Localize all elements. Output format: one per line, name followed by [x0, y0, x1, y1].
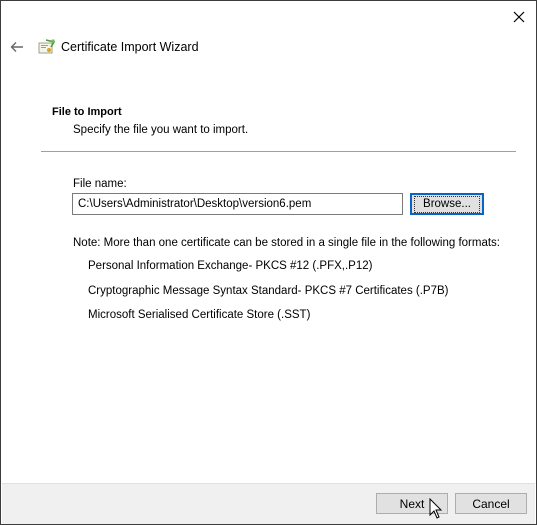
format-item-pfx: Personal Information Exchange- PKCS #12 … [88, 260, 373, 272]
file-name-label: File name: [73, 178, 127, 190]
browse-button-label: Browse... [414, 195, 480, 213]
page-subheading: Specify the file you want to import. [73, 124, 249, 136]
certificate-import-wizard-window: Certificate Import Wizard File to Import… [0, 0, 537, 525]
browse-button[interactable]: Browse... [410, 193, 484, 215]
close-icon [513, 11, 525, 23]
back-arrow-icon [10, 42, 23, 52]
format-item-p7b: Cryptographic Message Syntax Standard- P… [88, 285, 449, 297]
formats-note: Note: More than one certificate can be s… [73, 237, 501, 249]
wizard-content-panel [2, 76, 535, 482]
header-divider [41, 151, 516, 152]
window-title: Certificate Import Wizard [61, 40, 199, 54]
mouse-pointer-icon [429, 498, 443, 519]
back-button[interactable] [7, 37, 27, 57]
certificate-wizard-icon [38, 39, 56, 54]
file-name-input[interactable] [72, 193, 403, 215]
page-heading: File to Import [52, 106, 122, 118]
cancel-button[interactable]: Cancel [455, 493, 527, 514]
close-button[interactable] [505, 5, 533, 29]
format-item-sst: Microsoft Serialised Certificate Store (… [88, 309, 311, 321]
